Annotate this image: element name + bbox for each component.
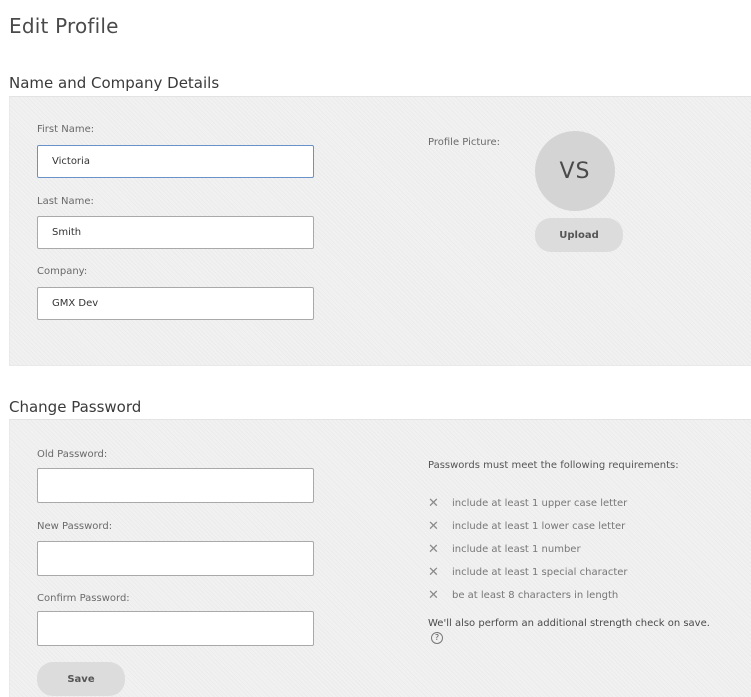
requirement-text: include at least 1 lower case letter	[452, 521, 626, 532]
x-icon: ✕	[428, 519, 439, 534]
requirements-list: ✕ include at least 1 upper case letter ✕…	[428, 492, 628, 607]
new-password-input[interactable]	[37, 541, 314, 576]
x-icon: ✕	[428, 542, 439, 557]
strength-note-text: We'll also perform an additional strengt…	[428, 618, 710, 629]
requirement-text: include at least 1 upper case letter	[452, 498, 628, 509]
confirm-password-label: Confirm Password:	[37, 593, 130, 604]
last-name-input[interactable]	[37, 216, 314, 249]
first-name-label: First Name:	[37, 124, 95, 135]
old-password-label: Old Password:	[37, 449, 108, 460]
requirement-text: include at least 1 special character	[452, 567, 628, 578]
requirement-text: be at least 8 characters in length	[452, 590, 619, 601]
last-name-label: Last Name:	[37, 196, 94, 207]
x-icon: ✕	[428, 565, 439, 580]
new-password-label: New Password:	[37, 521, 113, 532]
first-name-input[interactable]	[37, 145, 314, 178]
requirement-item: ✕ include at least 1 lower case letter	[428, 515, 628, 538]
strength-note: We'll also perform an additional strengt…	[428, 617, 728, 645]
upload-button[interactable]: Upload	[535, 218, 623, 252]
profile-picture-label: Profile Picture:	[428, 137, 501, 148]
requirement-item: ✕ include at least 1 upper case letter	[428, 492, 628, 515]
old-password-input[interactable]	[37, 468, 314, 503]
company-input[interactable]	[37, 287, 314, 320]
confirm-password-input[interactable]	[37, 611, 314, 646]
avatar: VS	[535, 131, 615, 211]
requirement-item: ✕ be at least 8 characters in length	[428, 584, 628, 607]
x-icon: ✕	[428, 588, 439, 603]
requirement-item: ✕ include at least 1 number	[428, 538, 628, 561]
save-button[interactable]: Save	[37, 662, 125, 696]
password-section-title: Change Password	[9, 398, 142, 416]
requirements-heading: Passwords must meet the following requir…	[428, 460, 679, 471]
page-title: Edit Profile	[9, 14, 119, 38]
requirement-item: ✕ include at least 1 special character	[428, 561, 628, 584]
x-icon: ✕	[428, 496, 439, 511]
profile-section-title: Name and Company Details	[9, 74, 220, 92]
requirement-text: include at least 1 number	[452, 544, 581, 555]
help-icon[interactable]: ?	[431, 632, 443, 644]
company-label: Company:	[37, 266, 88, 277]
